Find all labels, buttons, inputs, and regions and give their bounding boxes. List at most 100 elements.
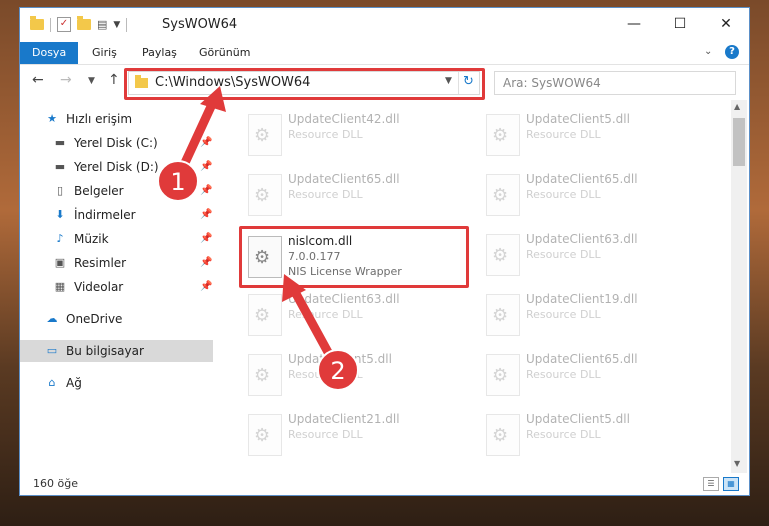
drive-icon: ▬ xyxy=(54,136,66,149)
scroll-down-icon[interactable]: ▼ xyxy=(734,459,740,468)
dll-file-icon xyxy=(486,294,520,336)
file-description: Resource DLL xyxy=(526,188,601,201)
navigation-pane: ★ Hızlı erişim ▬ Yerel Disk (C:) 📌 ▬ Yer… xyxy=(20,100,213,465)
file-description: Resource DLL xyxy=(288,308,363,321)
toolbar-separator xyxy=(126,17,128,32)
tab-giris[interactable]: Giriş xyxy=(80,42,129,64)
list-item[interactable]: UpdateClient5.dll Resource DLL xyxy=(240,346,470,406)
star-icon: ★ xyxy=(47,112,57,125)
pin-icon[interactable]: 📌 xyxy=(200,180,212,202)
sidebar-item-disk-c[interactable]: ▬ Yerel Disk (C:) 📌 xyxy=(20,132,213,154)
sidebar-item-label: İndirmeler xyxy=(74,208,136,222)
file-name: UpdateClient63.dll xyxy=(526,232,638,246)
customize-icon[interactable]: ▤ xyxy=(97,18,107,31)
sidebar-item-quick-access[interactable]: ★ Hızlı erişim xyxy=(20,108,213,130)
dll-file-icon xyxy=(248,294,282,336)
sidebar-item-disk-d[interactable]: ▬ Yerel Disk (D:) 📌 xyxy=(20,156,213,178)
file-name: UpdateClient5.dll xyxy=(526,112,630,126)
scroll-thumb[interactable] xyxy=(733,118,745,166)
pin-icon[interactable]: 📌 xyxy=(200,156,212,178)
folder-icon xyxy=(135,75,148,88)
refresh-icon[interactable]: ↻ xyxy=(463,74,474,89)
status-bar: 160 öğe ☰ ▦ xyxy=(20,473,749,495)
sidebar-item-label: Resimler xyxy=(74,256,127,270)
music-note-icon: ♪ xyxy=(56,232,64,245)
folder-icon[interactable] xyxy=(30,16,44,30)
recent-locations-icon[interactable]: ▼ xyxy=(88,76,95,86)
new-folder-icon[interactable] xyxy=(77,16,91,30)
dll-file-icon xyxy=(248,236,282,278)
tiles-view-icon[interactable]: ▦ xyxy=(723,477,739,491)
tab-paylas[interactable]: Paylaş xyxy=(130,42,189,64)
maximize-button[interactable]: ☐ xyxy=(657,8,703,40)
pin-icon[interactable]: 📌 xyxy=(200,276,212,298)
sidebar-item-label: Belgeler xyxy=(74,184,124,198)
dll-file-icon xyxy=(248,114,282,156)
address-path[interactable]: C:\Windows\SysWOW64 xyxy=(155,75,310,90)
sidebar-item-this-pc[interactable]: ▭ Bu bilgisayar xyxy=(20,340,213,362)
details-view-icon[interactable]: ☰ xyxy=(703,477,719,491)
list-item[interactable]: UpdateClient42.dll Resource DLL xyxy=(240,106,470,166)
picture-icon: ▣ xyxy=(54,256,66,269)
back-arrow-icon[interactable]: ← xyxy=(32,72,44,88)
chevron-down-icon[interactable]: ▼ xyxy=(445,76,452,86)
sidebar-item-documents[interactable]: ▯ Belgeler 📌 xyxy=(20,180,213,202)
tab-gorunum[interactable]: Görünüm xyxy=(187,42,262,64)
list-item[interactable]: UpdateClient65.dll Resource DLL xyxy=(240,166,470,226)
dll-file-icon xyxy=(486,414,520,456)
sidebar-item-onedrive[interactable]: ☁ OneDrive xyxy=(20,308,213,330)
tab-dosya[interactable]: Dosya xyxy=(20,42,79,64)
sidebar-item-pictures[interactable]: ▣ Resimler 📌 xyxy=(20,252,213,274)
list-item[interactable]: UpdateClient63.dll Resource DLL xyxy=(240,286,470,346)
sidebar-item-music[interactable]: ♪ Müzik 📌 xyxy=(20,228,213,250)
file-name: nislcom.dll xyxy=(288,234,353,248)
file-description: Resource DLL xyxy=(526,428,601,441)
list-item[interactable]: UpdateClient21.dll Resource DLL xyxy=(240,406,470,465)
sidebar-item-network[interactable]: ⌂ Ağ xyxy=(20,372,213,394)
item-count: 160 öğe xyxy=(33,477,78,490)
dll-file-icon xyxy=(486,174,520,216)
list-item[interactable]: UpdateClient65.dll Resource DLL xyxy=(478,166,708,226)
list-item[interactable]: UpdateClient65.dll Resource DLL xyxy=(478,346,708,406)
pin-icon[interactable]: 📌 xyxy=(200,228,212,250)
file-description: Resource DLL xyxy=(526,128,601,141)
list-item[interactable]: UpdateClient5.dll Resource DLL xyxy=(478,406,708,465)
scroll-up-icon[interactable]: ▲ xyxy=(734,102,740,111)
sidebar-item-downloads[interactable]: ⬇ İndirmeler 📌 xyxy=(20,204,213,226)
close-button[interactable]: ✕ xyxy=(703,8,749,40)
search-placeholder: Ara: SysWOW64 xyxy=(503,76,601,90)
pin-icon[interactable]: 📌 xyxy=(200,204,212,226)
search-input[interactable]: Ara: SysWOW64 xyxy=(494,71,736,95)
help-icon[interactable]: ? xyxy=(725,45,739,59)
pin-icon[interactable]: 📌 xyxy=(200,252,212,274)
vertical-scrollbar[interactable]: ▲ ▼ xyxy=(731,100,747,473)
list-item-nislcom[interactable]: nislcom.dll 7.0.0.177 NIS License Wrappe… xyxy=(240,228,470,288)
sidebar-item-videos[interactable]: ▦ Videolar 📌 xyxy=(20,276,213,298)
expand-ribbon-icon[interactable]: ⌄ xyxy=(704,46,712,57)
file-name: UpdateClient21.dll xyxy=(288,412,400,426)
file-description: Resource DLL xyxy=(288,128,363,141)
pin-icon[interactable]: 📌 xyxy=(200,132,212,154)
address-bar[interactable]: C:\Windows\SysWOW64 ▼ ↻ xyxy=(128,71,480,95)
list-item[interactable]: UpdateClient5.dll Resource DLL xyxy=(478,106,708,166)
up-arrow-icon[interactable]: ↑ xyxy=(108,72,120,88)
minimize-button[interactable]: — xyxy=(611,8,657,40)
sidebar-item-label: Yerel Disk (D:) xyxy=(74,160,159,174)
list-item[interactable]: UpdateClient19.dll Resource DLL xyxy=(478,286,708,346)
file-description: Resource DLL xyxy=(288,188,363,201)
film-icon: ▦ xyxy=(54,280,66,293)
sidebar-item-label: Müzik xyxy=(74,232,109,246)
dll-file-icon xyxy=(248,414,282,456)
chevron-down-icon[interactable]: ▼ xyxy=(113,20,120,30)
navigation-bar: ← → ▼ ↑ C:\Windows\SysWOW64 ▼ ↻ Ara: Sys… xyxy=(20,65,749,100)
sidebar-item-label: Yerel Disk (C:) xyxy=(74,136,158,150)
file-description: Resource DLL xyxy=(526,248,601,261)
file-name: UpdateClient65.dll xyxy=(288,172,400,186)
sidebar-item-label: Videolar xyxy=(74,280,124,294)
forward-arrow-icon[interactable]: → xyxy=(60,72,72,88)
properties-check-icon[interactable]: ✓ xyxy=(57,17,71,32)
ribbon-tabs: Dosya Giriş Paylaş Görünüm ⌄ ? xyxy=(20,42,749,65)
file-name: UpdateClient5.dll xyxy=(288,352,392,366)
list-item[interactable]: UpdateClient63.dll Resource DLL xyxy=(478,226,708,286)
drive-icon: ▬ xyxy=(54,160,66,173)
